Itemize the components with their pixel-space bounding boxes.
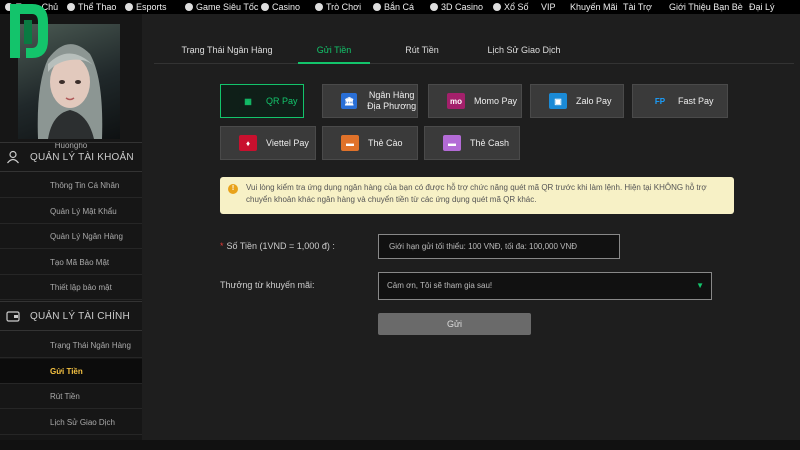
nav-item-label: Thể Thao (78, 2, 117, 12)
nav-item-9[interactable]: VIP (536, 2, 563, 12)
slot-icon (315, 3, 323, 11)
payment-method-button[interactable]: 🏛 Ngân Hàng Địa Phương (322, 84, 418, 118)
nav-item-label: VIP (541, 2, 556, 12)
promo-select[interactable]: Cảm ơn, Tôi sẽ tham gia sau! ▼ (378, 272, 712, 300)
payment-method-button[interactable]: ♦ Viettel Pay (220, 126, 316, 160)
payment-method-label: Zalo Pay (576, 95, 612, 106)
sidebar-item[interactable]: Thiết lập bảo mật (0, 275, 142, 300)
tab-bar: Trạng Thái Ngân Hàng Gửi Tiền Rút Tiền Lịch… (154, 36, 794, 64)
gamepad-icon (125, 3, 133, 11)
account-management-header[interactable]: QUẢN LÝ TÀI KHOẢN (0, 142, 142, 172)
finance-management-header[interactable]: QUẢN LÝ TÀI CHÍNH (0, 301, 142, 331)
main-content: Trạng Thái Ngân Hàng Gửi Tiền Rút Tiền Lịch… (142, 14, 800, 450)
payment-method-button[interactable]: ▣ Zalo Pay (530, 84, 624, 118)
nav-item-12[interactable]: Giới Thiệu Bạn Bè (664, 2, 750, 12)
nav-item-label: Game Siêu Tốc (196, 2, 259, 12)
payment-method-label: Ngân Hàng Địa Phương (367, 90, 417, 111)
wallet-icon (6, 311, 20, 322)
cash-card-icon: ▬ (443, 135, 461, 151)
payment-method-button[interactable]: FP Fast Pay (632, 84, 728, 118)
sidebar-item[interactable]: Trạng Thái Ngân Hàng (0, 333, 142, 358)
payment-method-label: Thẻ Cào (368, 137, 403, 148)
nav-item-7[interactable]: 3D Casino (425, 2, 490, 12)
viettel-pay-icon: ♦ (239, 135, 257, 151)
nav-item-label: Esports (136, 2, 167, 12)
nav-item-2[interactable]: Esports (120, 2, 174, 12)
tab[interactable]: Gửi Tiền (298, 36, 370, 64)
casino-chip-icon (261, 3, 269, 11)
nav-item-label: 3D Casino (441, 2, 484, 12)
tab[interactable]: Rút Tiền (392, 36, 452, 64)
payment-method-label: Momo Pay (474, 95, 518, 106)
qr-code-icon: ▦ (239, 93, 257, 109)
payment-method-button[interactable]: mo Momo Pay (428, 84, 522, 118)
payment-method-button[interactable]: ▬ Thẻ Cào (322, 126, 418, 160)
nav-item-label: Trò Chơi (326, 2, 362, 12)
info-icon: ! (228, 184, 238, 194)
sidebar-item[interactable]: Quản Lý Ngân Hàng (0, 224, 142, 249)
payment-method-button[interactable]: ▦ QR Pay (220, 84, 304, 118)
sidebar-item[interactable]: Gửi Tiền (0, 358, 142, 384)
amount-label-text: Số Tiền (1VND = 1,000 đ) : (226, 241, 335, 251)
payment-method-button[interactable]: ▬ Thẻ Cash (424, 126, 520, 160)
payment-method-label: Fast Pay (678, 95, 714, 106)
nav-item-label: Khuyến Mãi (570, 2, 618, 12)
qr-notice: ! Vui lòng kiểm tra ứng dụng ngân hàng c… (220, 177, 734, 214)
nav-item-13[interactable]: Đại Lý (744, 2, 782, 12)
nav-item-8[interactable]: Xổ Số (488, 2, 536, 12)
bottom-bar (0, 440, 800, 450)
sidebar-item[interactable]: Rút Tiền (0, 384, 142, 409)
nav-item-11[interactable]: Tài Trợ (618, 2, 659, 12)
nav-item-5[interactable]: Trò Chơi (310, 2, 368, 12)
nav-item-label: Casino (272, 2, 301, 12)
nav-item-1[interactable]: Thể Thao (62, 2, 123, 12)
sidebar-item[interactable]: Thông Tin Cá Nhân (0, 173, 142, 198)
sidebar-item[interactable]: Lịch Sử Giao Dịch (0, 410, 142, 435)
fish-icon (373, 3, 381, 11)
nav-item-4[interactable]: Casino (256, 2, 307, 12)
lottery-icon (493, 3, 501, 11)
nav-item-3[interactable]: Game Siêu Tốc (180, 2, 265, 12)
bank-icon: 🏛 (341, 93, 358, 109)
nav-item-label: Đại Lý (749, 2, 775, 12)
promo-label: Thưởng từ khuyến mãi: (220, 280, 315, 290)
soccer-ball-icon (67, 3, 75, 11)
site-logo[interactable] (4, 0, 54, 70)
payment-method-label: QR Pay (266, 95, 298, 106)
3d-icon (430, 3, 438, 11)
zalo-pay-icon: ▣ (549, 93, 567, 109)
nav-item-label: Xổ Số (504, 2, 529, 12)
user-icon (7, 150, 19, 164)
payment-method-label: Thẻ Cash (470, 137, 510, 148)
dice-icon (185, 3, 193, 11)
chevron-down-icon: ▼ (696, 281, 704, 290)
notice-text: Vui lòng kiểm tra ứng dụng ngân hàng của… (246, 183, 707, 204)
amount-input[interactable]: Giới hạn gửi tối thiểu: 100 VNĐ, tối đa:… (378, 234, 620, 259)
nav-item-label: Giới Thiệu Bạn Bè (669, 2, 743, 12)
sidebar: Huongho QUẢN LÝ TÀI KHOẢN Thông Tin Cá N… (0, 14, 142, 450)
nav-item-10[interactable]: Khuyến Mãi (565, 2, 625, 12)
nav-item-label: Tài Trợ (623, 2, 652, 12)
sidebar-item[interactable]: Quản Lý Mật Khẩu (0, 199, 142, 224)
momo-icon: mo (447, 93, 465, 109)
amount-label: * Số Tiền (1VND = 1,000 đ) : (220, 241, 335, 251)
sidebar-item[interactable]: Tạo Mã Bảo Mật (0, 250, 142, 275)
account-management-label: QUẢN LÝ TÀI KHOẢN (30, 151, 134, 163)
fast-pay-icon: FP (654, 96, 666, 106)
promo-selected-value: Cảm ơn, Tôi sẽ tham gia sau! (387, 281, 493, 290)
nav-item-label: Bắn Cá (384, 2, 415, 12)
scratch-card-icon: ▬ (341, 135, 359, 151)
tab[interactable]: Trạng Thái Ngân Hàng (172, 36, 282, 64)
tab[interactable]: Lịch Sử Giao Dịch (476, 36, 572, 64)
payment-method-label: Viettel Pay (266, 137, 309, 148)
top-navigation: Trang ChủThể ThaoEsportsGame Siêu TốcCas… (0, 0, 800, 14)
nav-item-6[interactable]: Bắn Cá (368, 2, 421, 12)
finance-management-label: QUẢN LÝ TÀI CHÍNH (30, 310, 130, 322)
submit-button[interactable]: Gửi (378, 313, 531, 335)
required-mark: * (220, 241, 224, 251)
